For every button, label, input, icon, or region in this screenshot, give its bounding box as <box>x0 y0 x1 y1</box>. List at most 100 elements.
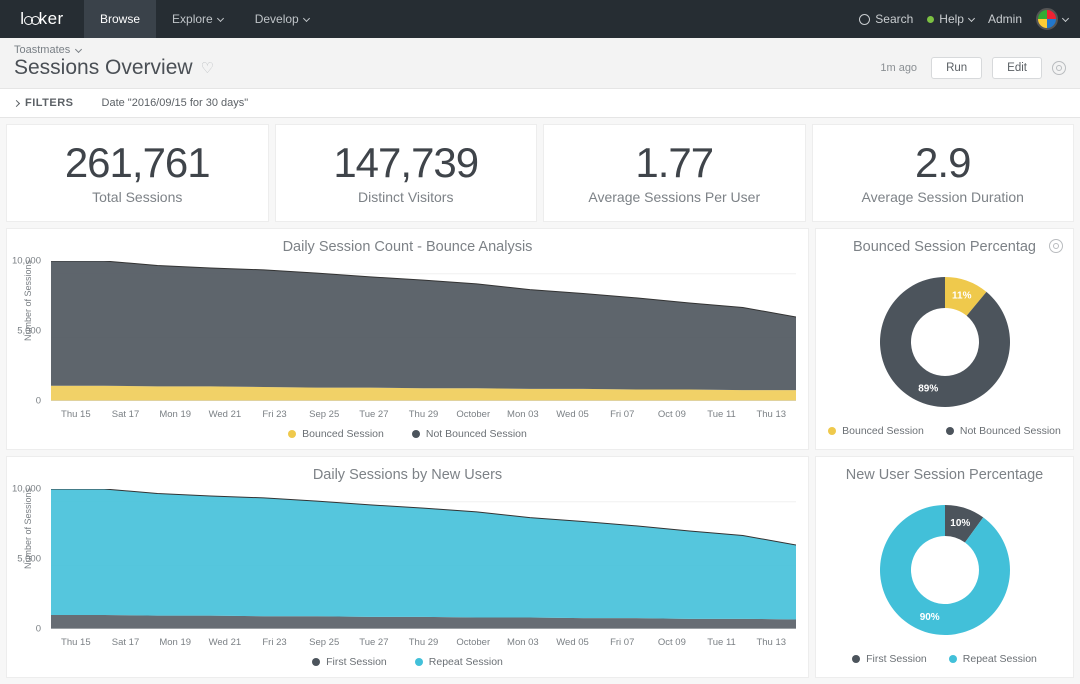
legend-dot-icon <box>828 427 836 435</box>
chart-plot-area <box>51 489 796 629</box>
edit-button[interactable]: Edit <box>992 57 1042 79</box>
search-icon <box>859 14 870 25</box>
breadcrumb[interactable]: Toastmates <box>14 44 1066 56</box>
legend-label: First Session <box>326 656 387 668</box>
donut-plot: 10% 90% <box>816 489 1073 645</box>
legend-label: First Session <box>866 653 927 665</box>
page-header: Toastmates Sessions Overview ♡ 1m ago Ru… <box>0 38 1080 89</box>
legend-dot-icon <box>288 430 296 438</box>
status-dot-icon <box>927 16 934 23</box>
page-title: Sessions Overview <box>14 56 193 80</box>
chart-plot-area <box>51 261 796 401</box>
user-avatar[interactable] <box>1036 8 1068 30</box>
legend-label: Not Bounced Session <box>426 428 527 440</box>
chart-title: Bounced Session Percentag <box>853 239 1036 255</box>
logo-ker: ker <box>39 9 64 29</box>
nav-tab-explore[interactable]: Explore <box>156 0 239 38</box>
kpi-total-sessions[interactable]: 261,761 Total Sessions <box>6 124 269 222</box>
chevron-down-icon <box>303 14 310 21</box>
kpi-avg-sessions-per-user[interactable]: 1.77 Average Sessions Per User <box>543 124 806 222</box>
chart-bounce-percentage[interactable]: Bounced Session Percentag 11% 89% Bounced… <box>815 228 1074 450</box>
x-ticks: Thu 15Sat 17Mon 19Wed 21Fri 23Sep 25Tue … <box>51 637 796 648</box>
row-bounce: Daily Session Count - Bounce Analysis Nu… <box>0 228 1080 456</box>
help-menu[interactable]: Help <box>927 12 974 26</box>
chart-legend: Bounced Session Not Bounced Session <box>7 420 808 450</box>
chevron-down-icon <box>1062 14 1069 21</box>
search-label: Search <box>875 12 913 26</box>
nav-tab-label: Develop <box>255 12 299 26</box>
legend-dot-icon <box>852 655 860 663</box>
legend-item: First Session <box>312 656 387 668</box>
gear-icon[interactable] <box>1049 239 1063 253</box>
kpi-label: Distinct Visitors <box>280 189 533 205</box>
favorite-heart-icon[interactable]: ♡ <box>201 59 214 77</box>
nav-tab-label: Explore <box>172 12 213 26</box>
legend-dot-icon <box>415 658 423 666</box>
chevron-down-icon <box>968 14 975 21</box>
chart-legend: First Session Repeat Session <box>816 645 1073 675</box>
chart-daily-new-users[interactable]: Daily Sessions by New Users Number of Se… <box>6 456 809 678</box>
svg-text:89%: 89% <box>918 384 938 395</box>
help-label: Help <box>939 12 964 26</box>
nav-tab-develop[interactable]: Develop <box>239 0 325 38</box>
chevron-down-icon <box>217 14 224 21</box>
x-ticks: Thu 15Sat 17Mon 19Wed 21Fri 23Sep 25Tue … <box>51 409 796 420</box>
filter-value: Date "2016/09/15 for 30 days" <box>102 97 249 109</box>
y-ticks: 10,0005,0000 <box>7 489 47 629</box>
gear-icon[interactable] <box>1052 61 1066 75</box>
row-newusers: Daily Sessions by New Users Number of Se… <box>0 456 1080 684</box>
last-run-time: 1m ago <box>880 62 917 74</box>
svg-text:11%: 11% <box>952 290 972 301</box>
legend-item: Repeat Session <box>949 653 1037 665</box>
y-ticks: 10,0005,0000 <box>7 261 47 401</box>
admin-label: Admin <box>988 12 1022 26</box>
chart-legend: Bounced Session Not Bounced Session <box>816 417 1073 447</box>
nav-tab-browse[interactable]: Browse <box>84 0 156 38</box>
kpi-value: 2.9 <box>817 139 1070 187</box>
kpi-label: Total Sessions <box>11 189 264 205</box>
legend-label: Bounced Session <box>302 428 384 440</box>
top-nav: l ker Browse Explore Develop Search Help… <box>0 0 1080 38</box>
legend-dot-icon <box>946 427 954 435</box>
kpi-row: 261,761 Total Sessions 147,739 Distinct … <box>0 118 1080 228</box>
legend-label: Bounced Session <box>842 425 924 437</box>
legend-label: Not Bounced Session <box>960 425 1061 437</box>
svg-text:10%: 10% <box>950 518 970 529</box>
logo[interactable]: l ker <box>0 9 84 29</box>
legend-label: Repeat Session <box>963 653 1037 665</box>
nav-tab-label: Browse <box>100 12 140 26</box>
search-button[interactable]: Search <box>859 12 913 26</box>
filter-bar[interactable]: FILTERS Date "2016/09/15 for 30 days" <box>0 89 1080 118</box>
chart-title: Daily Sessions by New Users <box>313 467 502 483</box>
caret-right-icon <box>13 100 20 107</box>
run-button[interactable]: Run <box>931 57 982 79</box>
chevron-down-icon <box>75 45 82 52</box>
legend-item: Not Bounced Session <box>946 425 1061 437</box>
chart-legend: First Session Repeat Session <box>7 648 808 678</box>
legend-item: Not Bounced Session <box>412 428 527 440</box>
logo-ring-icon <box>31 16 40 25</box>
svg-text:90%: 90% <box>919 612 939 623</box>
chart-new-user-percentage[interactable]: New User Session Percentage 10% 90% First… <box>815 456 1074 678</box>
kpi-avg-session-duration[interactable]: 2.9 Average Session Duration <box>812 124 1075 222</box>
chart-title: Daily Session Count - Bounce Analysis <box>283 239 533 255</box>
kpi-value: 147,739 <box>280 139 533 187</box>
legend-dot-icon <box>312 658 320 666</box>
filters-toggle[interactable]: FILTERS <box>14 97 74 109</box>
legend-item: Bounced Session <box>288 428 384 440</box>
legend-dot-icon <box>412 430 420 438</box>
donut-plot: 11% 89% <box>816 261 1073 417</box>
chart-title: New User Session Percentage <box>846 467 1043 483</box>
nav-tabs: Browse Explore Develop <box>84 0 325 38</box>
breadcrumb-label: Toastmates <box>14 44 70 56</box>
kpi-distinct-visitors[interactable]: 147,739 Distinct Visitors <box>275 124 538 222</box>
legend-item: Repeat Session <box>415 656 503 668</box>
filters-label: FILTERS <box>25 97 74 109</box>
legend-label: Repeat Session <box>429 656 503 668</box>
admin-link[interactable]: Admin <box>988 12 1022 26</box>
kpi-value: 1.77 <box>548 139 801 187</box>
kpi-label: Average Sessions Per User <box>548 189 801 205</box>
chart-daily-bounce[interactable]: Daily Session Count - Bounce Analysis Nu… <box>6 228 809 450</box>
avatar-icon <box>1036 8 1058 30</box>
kpi-label: Average Session Duration <box>817 189 1070 205</box>
